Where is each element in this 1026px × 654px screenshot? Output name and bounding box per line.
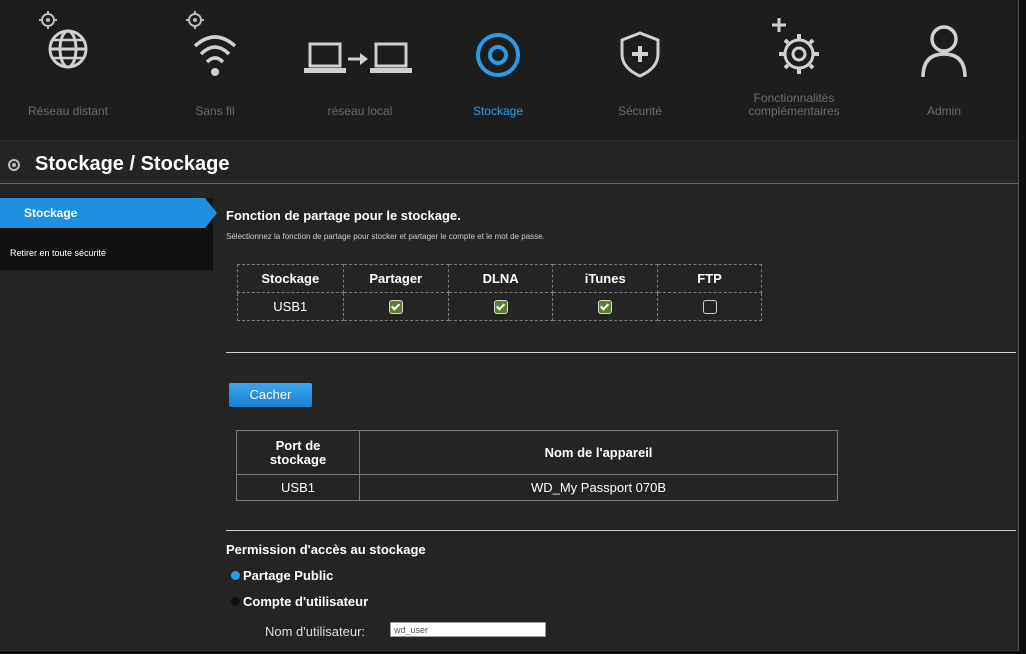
section-divider	[226, 530, 1016, 531]
nav-label: Réseau distant	[27, 104, 109, 118]
nav-label: Stockage	[472, 104, 524, 118]
port-cell: USB1	[236, 474, 360, 501]
nav-admin[interactable]: Admin	[884, 10, 1004, 135]
cacher-button[interactable]: Cacher	[229, 383, 312, 407]
devices-table: Port de stockage Nom de l'appareil USB1 …	[236, 430, 838, 501]
page-title: Stockage / Stockage	[35, 153, 230, 175]
user-icon	[921, 25, 967, 78]
radio-unselected-icon	[231, 597, 240, 606]
username-label: Nom d'utilisateur:	[265, 624, 366, 639]
nav-label: Sans fil	[195, 104, 235, 118]
radio-label: Compte d'utilisateur	[243, 594, 369, 609]
table-row: USB1 WD_My Passport 070B	[236, 474, 838, 501]
table-row: USB1	[237, 292, 762, 321]
nav-label: réseau local	[327, 104, 393, 118]
partager-checkbox[interactable]	[388, 300, 403, 315]
radio-label: Partage Public	[243, 568, 334, 583]
nav-label: Sécurité	[617, 104, 663, 118]
username-input[interactable]	[390, 622, 546, 637]
shield-icon	[620, 31, 660, 78]
sidebar-item-label: Retirer en toute sécurité	[10, 248, 107, 258]
nav-wireless[interactable]: Sans fil	[155, 10, 275, 135]
radio-public-share[interactable]: Partage Public	[231, 568, 334, 583]
nav-label-line2: complémentaires	[748, 104, 840, 118]
wifi-icon	[193, 35, 237, 76]
col-header: DLNA	[447, 264, 554, 293]
sidebar: Stockage Retirer en toute sécurité	[0, 198, 217, 270]
itunes-cell	[552, 292, 659, 321]
sharing-title: Fonction de partage pour le stockage.	[226, 208, 461, 223]
section-divider	[226, 352, 1016, 353]
storage-name-cell: USB1	[237, 292, 344, 321]
storage-icon	[476, 33, 520, 77]
col-header: iTunes	[552, 264, 659, 293]
partager-cell	[342, 292, 449, 321]
sidebar-item-safe-remove[interactable]: Retirer en toute sécurité	[0, 238, 213, 268]
nav-security[interactable]: Sécurité	[580, 10, 700, 135]
nav-label: Admin	[926, 104, 961, 118]
sharing-table: Stockage Partager DLNA iTunes FTP USB1	[237, 264, 762, 321]
permission-title: Permission d'accès au stockage	[226, 542, 426, 557]
col-header: FTP	[657, 264, 762, 293]
nav-additional-features[interactable]: Fonctionnalités complémentaires	[724, 10, 864, 135]
ftp-checkbox[interactable]	[702, 300, 717, 315]
radio-selected-icon	[231, 571, 240, 580]
col-header: Stockage	[237, 264, 344, 293]
dlna-cell	[447, 292, 554, 321]
lan-icon	[304, 42, 412, 73]
col-header-device-name: Nom de l'appareil	[359, 430, 838, 475]
nav-remote-network[interactable]: Réseau distant	[8, 10, 128, 135]
storage-title-icon	[8, 159, 20, 171]
title-divider	[0, 183, 1018, 184]
table-header-row: Port de stockage Nom de l'appareil	[236, 430, 838, 475]
sidebar-item-storage[interactable]: Stockage	[0, 198, 217, 228]
col-header-port: Port de stockage	[236, 430, 360, 475]
small-gear-icon	[186, 11, 204, 29]
nav-storage[interactable]: Stockage	[438, 10, 558, 135]
nav-local-network[interactable]: réseau local	[300, 10, 420, 135]
gear-plus-icon	[772, 18, 819, 74]
device-name-cell: WD_My Passport 070B	[359, 474, 838, 501]
table-header-row: Stockage Partager DLNA iTunes FTP	[237, 264, 762, 293]
sharing-description: Sélectionnez la fonction de partage pour…	[226, 232, 545, 241]
ftp-cell	[657, 292, 762, 321]
globe-icon	[48, 29, 88, 69]
top-navigation: Réseau distant Sans fil réseau local Sto…	[0, 0, 1018, 141]
dlna-checkbox[interactable]	[493, 300, 508, 315]
sidebar-item-label: Stockage	[24, 206, 78, 220]
page-title-row: Stockage / Stockage	[0, 145, 1018, 181]
app-frame: Réseau distant Sans fil réseau local Sto…	[0, 0, 1019, 651]
col-header: Partager	[342, 264, 449, 293]
col-header-port-line1: Port de	[275, 437, 321, 453]
itunes-checkbox[interactable]	[598, 300, 613, 315]
radio-user-account[interactable]: Compte d'utilisateur	[231, 594, 369, 609]
col-header-port-line2: stockage	[269, 451, 327, 467]
small-gear-icon	[39, 11, 57, 29]
